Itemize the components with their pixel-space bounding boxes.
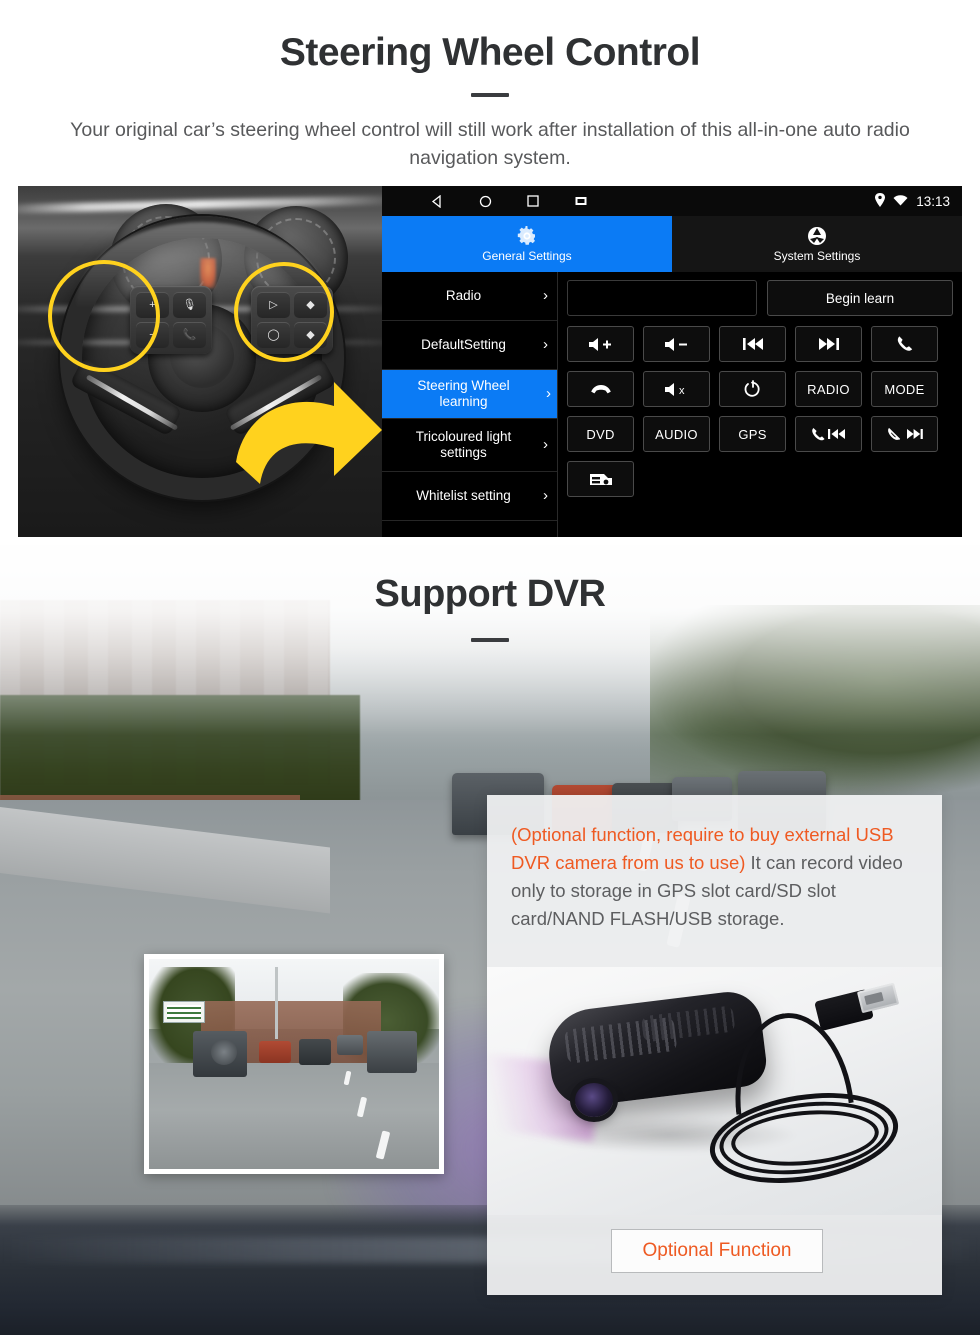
circle-home-icon[interactable] bbox=[478, 194, 492, 208]
key-mode[interactable]: MODE bbox=[871, 371, 938, 407]
location-pin-icon bbox=[875, 192, 886, 210]
menu-item-default-setting[interactable]: DefaultSetting › bbox=[382, 321, 557, 370]
screenshot-icon[interactable] bbox=[574, 194, 588, 208]
highlight-circle-left bbox=[48, 260, 160, 372]
svg-text:x: x bbox=[679, 385, 685, 397]
square-recents-icon[interactable] bbox=[526, 194, 540, 208]
key-gps[interactable]: GPS bbox=[719, 416, 786, 452]
key-call-previous[interactable] bbox=[795, 416, 862, 452]
preview-car bbox=[299, 1039, 331, 1065]
preview-car bbox=[337, 1035, 363, 1055]
chevron-right-icon: › bbox=[543, 487, 548, 505]
menu-item-label: Steering Wheel learning bbox=[417, 378, 510, 409]
preview-lamp-post bbox=[275, 967, 278, 1039]
menu-item-tricoloured-light-settings[interactable]: Tricoloured light settings › bbox=[382, 419, 557, 472]
key-previous-track[interactable] bbox=[719, 326, 786, 362]
key-hangup-next[interactable] bbox=[871, 416, 938, 452]
menu-item-label: Tricoloured light settings bbox=[415, 429, 512, 460]
menu-item-radio[interactable]: Radio › bbox=[382, 272, 557, 321]
key-power[interactable] bbox=[719, 371, 786, 407]
dvr-title-divider bbox=[471, 638, 509, 642]
menu-item-label: Whitelist setting bbox=[416, 488, 511, 504]
key-next-track[interactable] bbox=[795, 326, 862, 362]
menu-item-steering-wheel-learning[interactable]: Steering Wheel learning › bbox=[382, 370, 557, 419]
tab-system-settings-label: System Settings bbox=[773, 248, 861, 263]
gear-icon bbox=[517, 225, 537, 246]
settings-tabs: General Settings System Settings bbox=[382, 216, 962, 272]
learn-input[interactable] bbox=[567, 280, 757, 316]
preview-car bbox=[367, 1031, 417, 1073]
yellow-arrow-icon bbox=[230, 376, 382, 496]
chevron-right-icon: › bbox=[543, 287, 548, 305]
menu-item-label: Radio bbox=[445, 288, 482, 304]
key-assignment-grid: x RADIO MODE DVD AUDIO GPS bbox=[567, 326, 953, 497]
call-key: 📞 bbox=[173, 322, 206, 348]
system-settings-icon bbox=[807, 226, 827, 246]
preview-road-sign bbox=[163, 1001, 205, 1023]
camera-lens bbox=[575, 1083, 613, 1117]
dashcam-preview-image bbox=[149, 959, 439, 1169]
key-audio[interactable]: AUDIO bbox=[643, 416, 710, 452]
head-unit-screen: 13:13 General Settings System Settings R… bbox=[382, 186, 962, 537]
preview-car bbox=[193, 1031, 247, 1077]
preview-car bbox=[259, 1041, 291, 1063]
tab-general-settings[interactable]: General Settings bbox=[382, 216, 672, 272]
dvr-card-text: (Optional function, require to buy exter… bbox=[511, 821, 918, 933]
voice-key: 🎙 bbox=[173, 292, 206, 318]
settings-menu-list: Radio › DefaultSetting › Steering Wheel … bbox=[382, 272, 558, 537]
page-title: Steering Wheel Control bbox=[279, 31, 701, 74]
wifi-icon bbox=[893, 194, 908, 209]
steering-wheel-section: Steering Wheel Control Your original car… bbox=[0, 0, 980, 545]
key-volume-down[interactable] bbox=[643, 326, 710, 362]
section-subtitle: Your original car’s steering wheel contr… bbox=[70, 118, 910, 169]
optional-function-button[interactable]: Optional Function bbox=[611, 1229, 823, 1273]
key-car-front[interactable] bbox=[567, 461, 634, 497]
camera-vents bbox=[640, 1005, 736, 1043]
steering-wheel-photo: + 🎙 − 📞 ▷ ◆ ◯ ◆ bbox=[18, 186, 382, 537]
android-status-bar: 13:13 bbox=[382, 186, 962, 216]
usb-dvr-camera-photo bbox=[487, 967, 942, 1215]
chevron-right-icon: › bbox=[543, 336, 548, 354]
android-nav-icons bbox=[430, 194, 588, 208]
settings-body: Radio › DefaultSetting › Steering Wheel … bbox=[382, 272, 962, 537]
key-call-hangup[interactable] bbox=[567, 371, 634, 407]
dvr-section-title: Support DVR bbox=[374, 573, 606, 615]
tab-system-settings[interactable]: System Settings bbox=[672, 216, 962, 272]
key-call-answer[interactable] bbox=[871, 326, 938, 362]
highlight-circle-right bbox=[234, 262, 334, 362]
showcase-row: + 🎙 − 📞 ▷ ◆ ◯ ◆ 13:13 General Settings S… bbox=[18, 186, 962, 537]
chevron-right-icon: › bbox=[543, 436, 548, 454]
key-radio[interactable]: RADIO bbox=[795, 371, 862, 407]
preview-road bbox=[149, 1063, 439, 1169]
status-bar-right: 13:13 bbox=[875, 186, 950, 216]
learn-row: Begin learn bbox=[567, 280, 953, 316]
key-dvd[interactable]: DVD bbox=[567, 416, 634, 452]
begin-learn-button[interactable]: Begin learn bbox=[767, 280, 953, 316]
key-volume-up[interactable] bbox=[567, 326, 634, 362]
status-bar-time: 13:13 bbox=[916, 193, 950, 209]
dvr-info-card: (Optional function, require to buy exter… bbox=[487, 795, 942, 1295]
chevron-right-icon: › bbox=[546, 385, 551, 403]
title-divider bbox=[471, 92, 509, 97]
menu-item-label: DefaultSetting bbox=[421, 337, 506, 353]
key-mute[interactable]: x bbox=[643, 371, 710, 407]
page-root: Steering Wheel Control Your original car… bbox=[0, 0, 980, 1335]
tab-general-settings-label: General Settings bbox=[482, 248, 572, 263]
menu-item-whitelist-setting[interactable]: Whitelist setting › bbox=[382, 472, 557, 521]
dashcam-preview-inset bbox=[144, 954, 444, 1174]
steering-wheel-learning-panel: Begin learn x RADIO MODE DVD AUDIO GPS bbox=[558, 272, 962, 537]
triangle-back-icon[interactable] bbox=[430, 194, 444, 208]
